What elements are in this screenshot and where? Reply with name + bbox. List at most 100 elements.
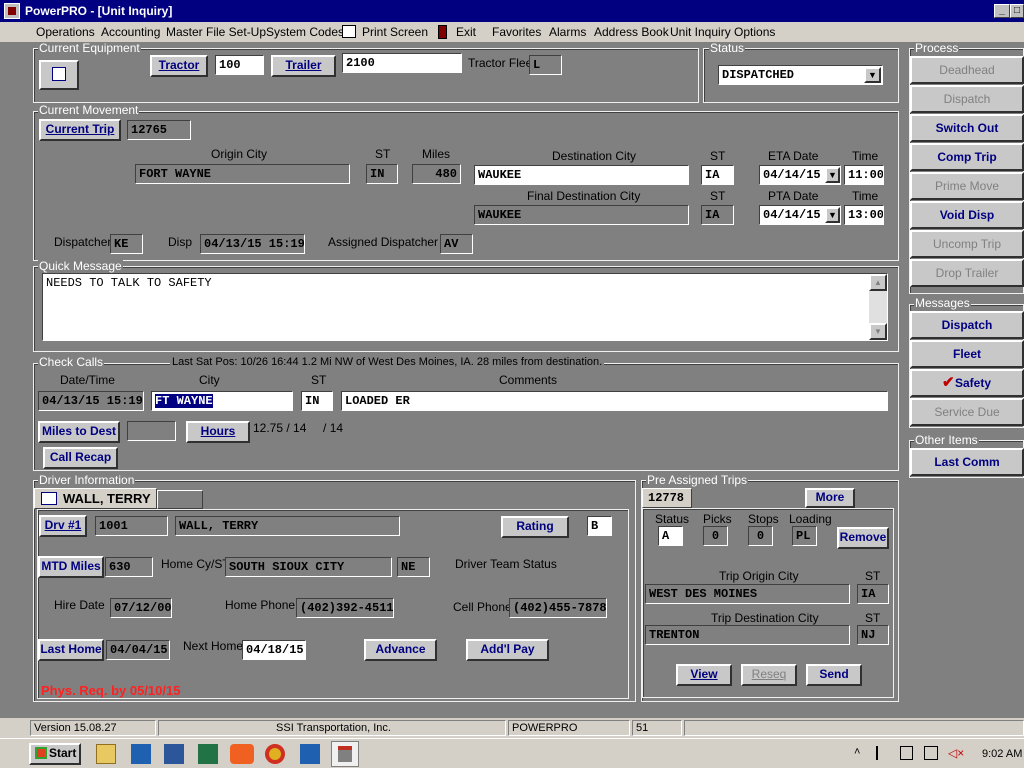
rating-field[interactable]: B [587, 516, 612, 536]
switch-out-button[interactable]: Switch Out [910, 114, 1024, 142]
menu-favorites[interactable]: Favorites [492, 25, 541, 39]
prime-move-button[interactable]: Prime Move [910, 172, 1024, 200]
avast-icon[interactable] [230, 744, 254, 764]
check-st-field[interactable]: IN [301, 391, 333, 411]
tractor-fleet-label: Tractor Fleet [468, 56, 536, 70]
process-dispatch-button[interactable]: Dispatch [910, 85, 1024, 113]
comp-trip-button[interactable]: Comp Trip [910, 143, 1024, 171]
eta-date-dropdown-icon[interactable]: ▼ [825, 167, 840, 183]
show-hidden-icons-icon[interactable]: ˄ [854, 746, 860, 758]
minimize-button[interactable]: _ [994, 4, 1010, 18]
drop-trailer-button[interactable]: Drop Trailer [910, 259, 1024, 287]
void-disp-button[interactable]: Void Disp [910, 201, 1024, 229]
outlook-2-icon[interactable] [300, 744, 320, 764]
driver-id-field: 1001 [95, 516, 168, 536]
menu-address-book[interactable]: Address Book [594, 25, 669, 39]
driver-tab-2[interactable] [157, 490, 203, 509]
more-button[interactable]: More [805, 488, 855, 508]
menu-master-file[interactable]: Master File Set-Up [166, 25, 266, 39]
menu-exit[interactable]: Exit [456, 25, 476, 39]
origin-city-header: Origin City [211, 147, 268, 161]
disp-field: 04/13/15 15:19 [200, 234, 305, 254]
home-phone-label: Home Phone [225, 598, 296, 612]
call-recap-button[interactable]: Call Recap [43, 447, 118, 469]
check-comments-field[interactable]: LOADED ER [341, 391, 888, 411]
view-button[interactable]: View [676, 664, 732, 686]
messages-dispatch-button[interactable]: Dispatch [910, 311, 1024, 339]
check-city-field[interactable]: FT WAYNE [151, 391, 293, 411]
clock[interactable]: 9:02 AM [982, 748, 1022, 760]
destination-st-field[interactable]: IA [701, 165, 734, 185]
volume-muted-icon[interactable]: ◁× [948, 746, 964, 760]
number-pane: 51 [632, 720, 682, 736]
menu-unit-inquiry-options[interactable]: Unit Inquiry Options [670, 25, 775, 39]
menu-operations[interactable]: Operations [36, 25, 95, 39]
final-st-header: ST [710, 189, 726, 203]
pa-loading-field: PL [792, 526, 817, 546]
final-st-field: IA [701, 205, 734, 225]
file-explorer-icon[interactable] [96, 744, 116, 764]
trailer-button[interactable]: Trailer [271, 55, 336, 77]
uncomp-trip-button[interactable]: Uncomp Trip [910, 230, 1024, 258]
rating-button[interactable]: Rating [501, 516, 569, 538]
restore-button[interactable]: □ [1010, 4, 1024, 18]
cell-phone-label: Cell Phone [453, 600, 512, 614]
menu-alarms[interactable]: Alarms [549, 25, 586, 39]
pre-assigned-trip-tab[interactable]: 12778 [642, 488, 692, 508]
trip-origin-field: WEST DES MOINES [645, 584, 850, 604]
chrome-icon[interactable] [265, 744, 285, 764]
service-due-button[interactable]: Service Due [910, 398, 1024, 426]
eta-time-field[interactable]: 11:00 [844, 165, 884, 185]
tractor-field[interactable]: 100 [215, 55, 264, 75]
outlook-icon[interactable] [131, 744, 151, 764]
origin-st-field: IN [366, 164, 398, 184]
action-center-flag-icon[interactable] [876, 746, 889, 760]
next-home-field[interactable]: 04/18/15 [242, 640, 306, 660]
pta-date-dropdown-icon[interactable]: ▼ [825, 207, 840, 223]
start-button[interactable]: Start [29, 743, 81, 765]
last-home-button[interactable]: Last Home [38, 639, 104, 661]
equipment-lookup-button[interactable] [39, 60, 79, 90]
drv-number-button[interactable]: Drv #1 [39, 515, 87, 537]
app-icon[interactable] [4, 3, 20, 19]
menu-print-screen[interactable]: Print Screen [362, 25, 428, 39]
menu-system-codes[interactable]: System Codes [266, 25, 344, 39]
trip-destination-st-header: ST [865, 611, 881, 625]
check-datetime-field: 04/13/15 15:19 [38, 391, 144, 411]
device-icon[interactable] [900, 746, 913, 760]
addl-pay-button[interactable]: Add'l Pay [466, 639, 549, 661]
deadhead-button[interactable]: Deadhead [910, 56, 1024, 84]
scroll-up-icon[interactable]: ▲ [869, 274, 887, 291]
pre-assigned-label: Pre Assigned Trips [646, 473, 749, 487]
remove-button[interactable]: Remove [837, 527, 889, 549]
pa-stops-header: Stops [748, 512, 779, 526]
pa-status-field[interactable]: A [658, 526, 683, 546]
miles-to-dest-button[interactable]: Miles to Dest [38, 421, 120, 443]
destination-city-field[interactable]: WAUKEE [474, 165, 689, 185]
reseq-button[interactable]: Reseq [741, 664, 797, 686]
network-icon[interactable] [924, 746, 938, 760]
last-home-field: 04/04/15 [106, 640, 170, 660]
scroll-down-icon[interactable]: ▼ [869, 323, 887, 340]
pta-time-field[interactable]: 13:00 [844, 205, 884, 225]
tractor-button[interactable]: Tractor [150, 55, 208, 77]
mtd-miles-button[interactable]: MTD Miles [38, 556, 104, 578]
messages-safety-button[interactable]: ✔ Safety [910, 369, 1024, 397]
check-calls-group [33, 363, 899, 471]
word-icon[interactable] [164, 744, 184, 764]
other-items-label: Other Items [914, 433, 979, 447]
advance-button[interactable]: Advance [364, 639, 437, 661]
chevron-down-icon[interactable]: ▼ [864, 67, 881, 83]
powerpro-task-button[interactable] [331, 741, 359, 767]
messages-fleet-button[interactable]: Fleet [910, 340, 1024, 368]
send-button[interactable]: Send [806, 664, 862, 686]
home-city-field: SOUTH SIOUX CITY [225, 557, 392, 577]
excel-icon[interactable] [198, 744, 218, 764]
status-select[interactable]: DISPATCHED [718, 65, 883, 85]
quick-message-textarea[interactable]: NEEDS TO TALK TO SAFETY [42, 273, 888, 341]
menu-accounting[interactable]: Accounting [101, 25, 160, 39]
current-trip-button[interactable]: Current Trip [39, 119, 121, 141]
trailer-field[interactable]: 2100 [342, 53, 462, 73]
hours-button[interactable]: Hours [186, 421, 250, 443]
last-comm-button[interactable]: Last Comm [910, 448, 1024, 476]
